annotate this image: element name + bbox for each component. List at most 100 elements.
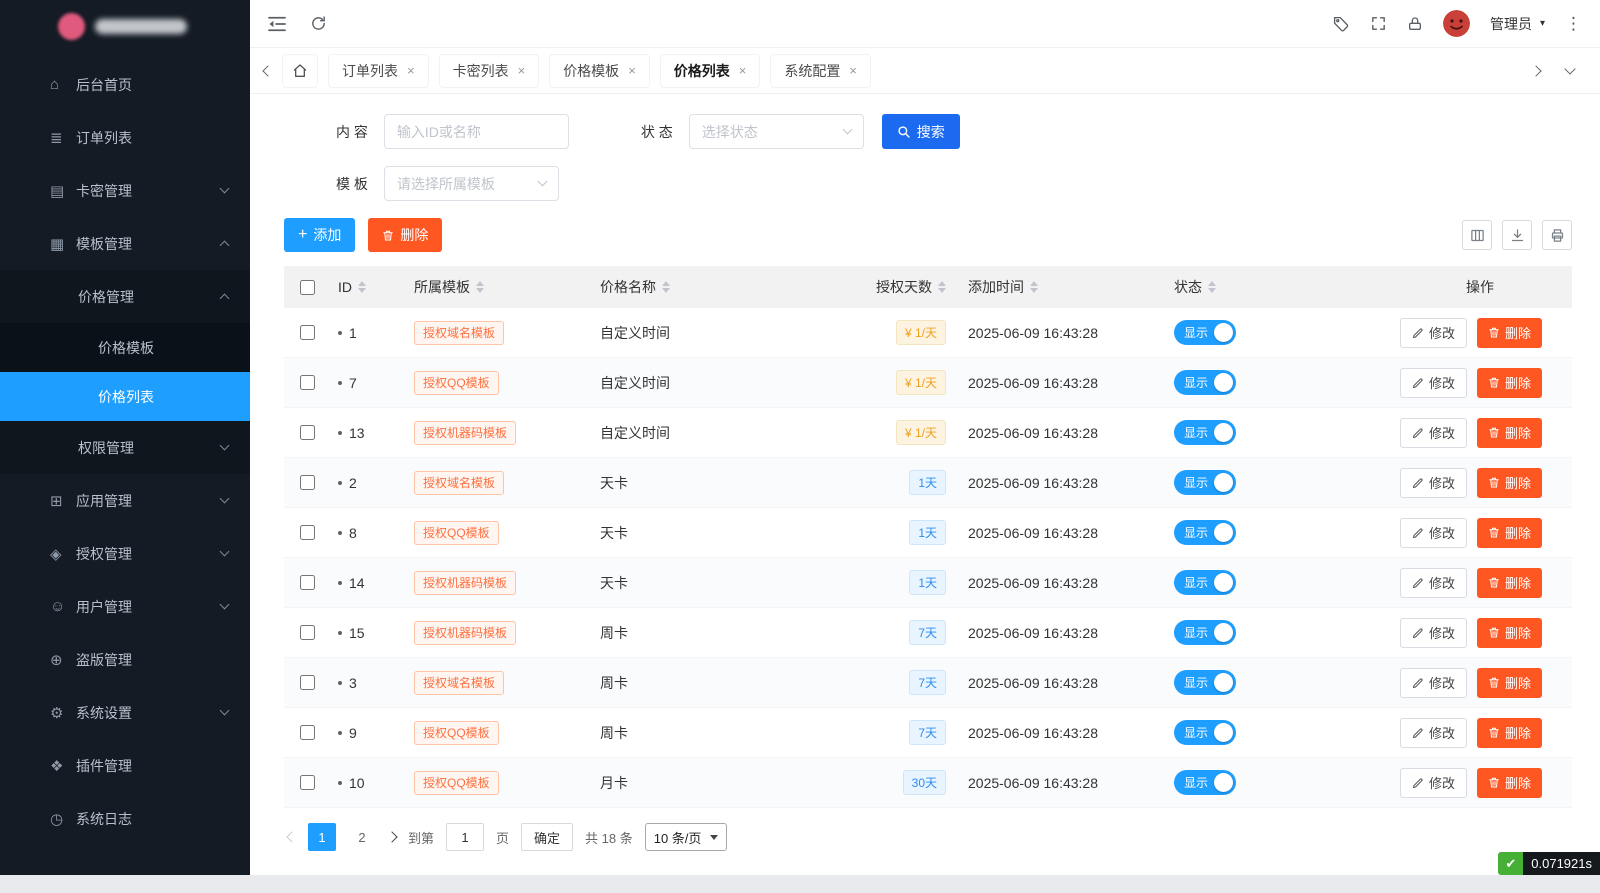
- delete-button[interactable]: 删除: [1477, 568, 1542, 598]
- edit-button[interactable]: 修改: [1400, 718, 1467, 748]
- sidebar-item[interactable]: ⊞ 应用管理: [0, 474, 250, 527]
- sidebar-item[interactable]: ❖ 插件管理: [0, 739, 250, 792]
- refresh-icon[interactable]: [310, 15, 327, 32]
- sidebar-item[interactable]: ▤ 卡密管理: [0, 164, 250, 217]
- prev-page-icon[interactable]: [286, 831, 297, 842]
- edit-button[interactable]: 修改: [1400, 568, 1467, 598]
- col-header-template[interactable]: 所属模板: [406, 277, 592, 297]
- sort-icon[interactable]: [1030, 281, 1038, 293]
- status-toggle[interactable]: 显示: [1174, 470, 1236, 495]
- sidebar-item[interactable]: ☺ 用户管理: [0, 580, 250, 633]
- next-page-icon[interactable]: [386, 831, 397, 842]
- edit-button[interactable]: 修改: [1400, 518, 1467, 548]
- delete-button[interactable]: 删除: [1477, 468, 1542, 498]
- status-toggle[interactable]: 显示: [1174, 320, 1236, 345]
- sidebar-item[interactable]: 价格管理: [0, 270, 250, 323]
- delete-button[interactable]: 删除: [1477, 768, 1542, 798]
- sidebar-item[interactable]: ≣ 订单列表: [0, 111, 250, 164]
- delete-button[interactable]: 删除: [1477, 418, 1542, 448]
- template-filter-select[interactable]: 请选择所属模板: [384, 166, 559, 201]
- sidebar-item[interactable]: ⊕ 盗版管理: [0, 633, 250, 686]
- fullscreen-icon[interactable]: [1370, 15, 1387, 32]
- sort-icon[interactable]: [662, 281, 670, 293]
- edit-button[interactable]: 修改: [1400, 318, 1467, 348]
- status-filter-select[interactable]: 选择状态: [689, 114, 864, 149]
- edit-button[interactable]: 修改: [1400, 618, 1467, 648]
- edit-button[interactable]: 修改: [1400, 418, 1467, 448]
- delete-button[interactable]: 删除: [1477, 318, 1542, 348]
- more-menu-icon[interactable]: ⋮: [1565, 14, 1582, 34]
- tab-close-icon[interactable]: ×: [518, 63, 526, 78]
- user-name[interactable]: 管理员: [1490, 14, 1532, 34]
- page-number[interactable]: 1: [308, 823, 336, 851]
- row-checkbox[interactable]: [300, 325, 315, 340]
- col-header-name[interactable]: 价格名称: [592, 277, 864, 297]
- export-download-icon[interactable]: [1502, 220, 1532, 250]
- page-size-select[interactable]: 10 条/页: [645, 823, 728, 851]
- delete-button[interactable]: 删除: [1477, 668, 1542, 698]
- tab-close-icon[interactable]: ×: [407, 63, 415, 78]
- sort-icon[interactable]: [476, 281, 484, 293]
- tab-item[interactable]: 系统配置 ×: [770, 54, 871, 88]
- add-button[interactable]: + 添加: [284, 218, 355, 252]
- col-header-status[interactable]: 状态: [1166, 277, 1392, 297]
- edit-button[interactable]: 修改: [1400, 468, 1467, 498]
- tab-item[interactable]: 订单列表 ×: [328, 54, 429, 88]
- home-tab[interactable]: [282, 54, 318, 88]
- sort-icon[interactable]: [1208, 281, 1216, 293]
- tab-item[interactable]: 卡密列表 ×: [439, 54, 540, 88]
- tabs-scroll-left-icon[interactable]: [262, 65, 273, 76]
- status-toggle[interactable]: 显示: [1174, 420, 1236, 445]
- goto-confirm-button[interactable]: 确定: [521, 823, 573, 851]
- sidebar-item[interactable]: ◈ 授权管理: [0, 527, 250, 580]
- sidebar-item[interactable]: ⌂ 后台首页: [0, 58, 250, 111]
- page-number[interactable]: 2: [348, 823, 376, 851]
- edit-button[interactable]: 修改: [1400, 668, 1467, 698]
- caret-down-icon[interactable]: ▾: [1540, 18, 1545, 29]
- tab-close-icon[interactable]: ×: [849, 63, 857, 78]
- delete-button[interactable]: 删除: [1477, 718, 1542, 748]
- sidebar-item[interactable]: ◷ 系统日志: [0, 792, 250, 845]
- row-checkbox[interactable]: [300, 575, 315, 590]
- tabs-scroll-right-icon[interactable]: [1530, 65, 1541, 76]
- status-toggle[interactable]: 显示: [1174, 370, 1236, 395]
- status-toggle[interactable]: 显示: [1174, 720, 1236, 745]
- tab-close-icon[interactable]: ×: [739, 63, 747, 78]
- row-checkbox[interactable]: [300, 675, 315, 690]
- tab-close-icon[interactable]: ×: [628, 63, 636, 78]
- delete-button[interactable]: 删除: [1477, 368, 1542, 398]
- select-all-checkbox[interactable]: [300, 280, 315, 295]
- status-toggle[interactable]: 显示: [1174, 670, 1236, 695]
- edit-button[interactable]: 修改: [1400, 368, 1467, 398]
- sidebar-item[interactable]: 价格模板: [0, 323, 250, 372]
- batch-delete-button[interactable]: 删除: [368, 218, 442, 252]
- sort-icon[interactable]: [358, 281, 366, 293]
- search-button[interactable]: 搜索: [882, 114, 960, 149]
- tabs-menu-icon[interactable]: [1564, 63, 1575, 74]
- sidebar-item[interactable]: ▦ 模板管理: [0, 217, 250, 270]
- status-toggle[interactable]: 显示: [1174, 520, 1236, 545]
- sidebar-item[interactable]: 权限管理: [0, 421, 250, 474]
- sidebar-collapse-icon[interactable]: [268, 16, 286, 32]
- tab-item[interactable]: 价格模板 ×: [549, 54, 650, 88]
- status-toggle[interactable]: 显示: [1174, 570, 1236, 595]
- sidebar-item[interactable]: ⚙ 系统设置: [0, 686, 250, 739]
- col-header-time[interactable]: 添加时间: [960, 277, 1166, 297]
- edit-button[interactable]: 修改: [1400, 768, 1467, 798]
- print-icon[interactable]: [1542, 220, 1572, 250]
- tab-item[interactable]: 价格列表 ×: [660, 54, 761, 88]
- row-checkbox[interactable]: [300, 625, 315, 640]
- row-checkbox[interactable]: [300, 725, 315, 740]
- delete-button[interactable]: 删除: [1477, 518, 1542, 548]
- columns-toggle-icon[interactable]: [1462, 220, 1492, 250]
- row-checkbox[interactable]: [300, 425, 315, 440]
- lock-icon[interactable]: [1407, 15, 1423, 33]
- delete-button[interactable]: 删除: [1477, 618, 1542, 648]
- row-checkbox[interactable]: [300, 775, 315, 790]
- tag-icon[interactable]: [1332, 15, 1350, 33]
- sort-icon[interactable]: [938, 281, 946, 293]
- col-header-id[interactable]: ID: [330, 279, 406, 295]
- status-toggle[interactable]: 显示: [1174, 770, 1236, 795]
- row-checkbox[interactable]: [300, 525, 315, 540]
- avatar[interactable]: [1443, 10, 1470, 37]
